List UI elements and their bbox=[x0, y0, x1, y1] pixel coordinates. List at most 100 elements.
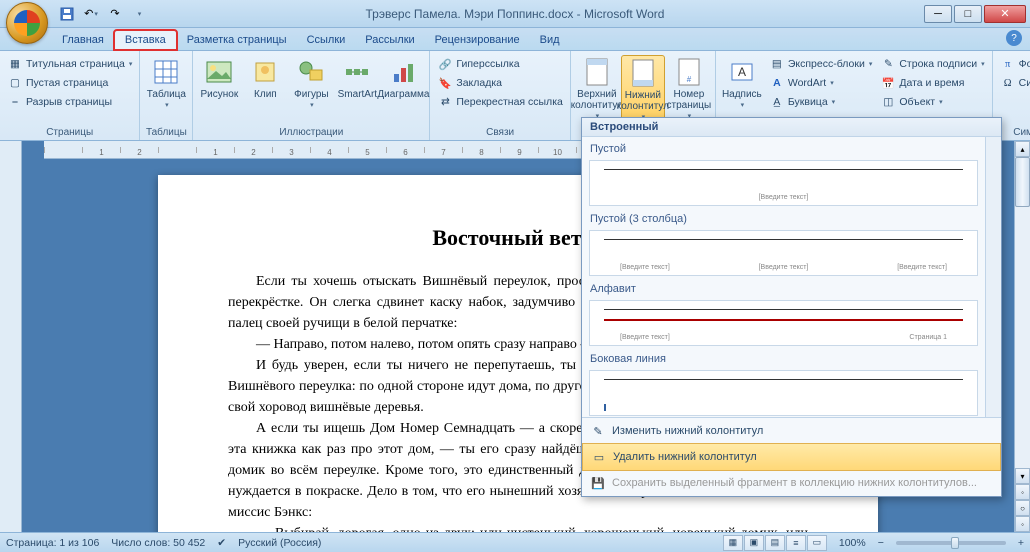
smartart-icon bbox=[342, 57, 372, 87]
svg-text:#: # bbox=[687, 75, 692, 84]
gallery-item-blank3[interactable]: [Введите текст][Введите текст][Введите т… bbox=[586, 227, 981, 279]
footer-icon bbox=[628, 58, 658, 88]
table-button[interactable]: Таблица▾ bbox=[144, 55, 188, 112]
vertical-scrollbar[interactable]: ▴ ▾ ◦ ○ ◦ bbox=[1014, 141, 1030, 532]
undo-icon[interactable]: ↶▾ bbox=[80, 3, 102, 25]
edit-icon: ✎ bbox=[590, 423, 606, 439]
vertical-ruler[interactable] bbox=[0, 141, 22, 532]
save-selection-menuitem: 💾Сохранить выделенный фрагмент в коллекц… bbox=[582, 470, 1001, 496]
footer-button[interactable]: Нижний колонтитул▾ bbox=[621, 55, 665, 125]
quickparts-button[interactable]: ▤Экспресс-блоки▾ bbox=[766, 55, 875, 73]
doc-paragraph: — Выбирай, дорогая, одно из двух: или чи… bbox=[228, 523, 808, 532]
tab-insert[interactable]: Вставка bbox=[114, 30, 177, 50]
shapes-button[interactable]: Фигуры▾ bbox=[289, 55, 333, 112]
view-full-screen[interactable]: ▣ bbox=[744, 535, 764, 551]
view-web[interactable]: ▤ bbox=[765, 535, 785, 551]
group-tables: Таблицы bbox=[144, 125, 188, 140]
title-bar: ↶▾ ↷ ▾ Трэверс Памела. Мэри Поппинс.docx… bbox=[0, 0, 1030, 28]
page-number-button[interactable]: #Номер страницы▾ bbox=[667, 55, 711, 123]
scroll-up-icon[interactable]: ▴ bbox=[1015, 141, 1030, 157]
dropcap-icon: A̲ bbox=[769, 94, 785, 110]
equation-icon: π bbox=[1000, 56, 1016, 72]
zoom-slider[interactable] bbox=[896, 541, 1006, 545]
scroll-thumb[interactable] bbox=[1015, 157, 1030, 207]
status-page[interactable]: Страница: 1 из 106 bbox=[6, 537, 99, 549]
gallery-item-blank[interactable]: [Введите текст] bbox=[586, 157, 981, 209]
gallery-header: Встроенный bbox=[582, 118, 1001, 137]
gallery-section-alphabet: Алфавит bbox=[586, 281, 981, 297]
view-outline[interactable]: ≡ bbox=[786, 535, 806, 551]
prev-page-icon[interactable]: ◦ bbox=[1015, 484, 1030, 500]
header-icon bbox=[582, 57, 612, 87]
tab-mailings[interactable]: Рассылки bbox=[355, 31, 424, 50]
tab-view[interactable]: Вид bbox=[530, 31, 570, 50]
bookmark-icon: 🔖 bbox=[437, 75, 453, 91]
gallery-section-blank3: Пустой (3 столбца) bbox=[586, 211, 981, 227]
smartart-button[interactable]: SmartArt bbox=[335, 55, 379, 102]
gallery-scrollbar[interactable] bbox=[985, 137, 1001, 417]
tab-page-layout[interactable]: Разметка страницы bbox=[177, 31, 297, 50]
browse-object-icon[interactable]: ○ bbox=[1015, 500, 1030, 516]
save-icon[interactable] bbox=[56, 3, 78, 25]
status-language[interactable]: Русский (Россия) bbox=[238, 537, 321, 549]
wordart-button[interactable]: AWordArt▾ bbox=[766, 74, 875, 92]
scroll-down-icon[interactable]: ▾ bbox=[1015, 468, 1030, 484]
status-proofing-icon[interactable]: ✔ bbox=[217, 537, 226, 549]
hyperlink-button[interactable]: 🔗Гиперссылка bbox=[434, 55, 565, 73]
dropcap-button[interactable]: A̲Буквица▾ bbox=[766, 93, 875, 111]
quick-access-toolbar: ↶▾ ↷ ▾ bbox=[56, 3, 150, 25]
window-title: Трэверс Памела. Мэри Поппинс.docx - Micr… bbox=[366, 7, 665, 21]
save-selection-icon: 💾 bbox=[590, 475, 606, 491]
zoom-in-button[interactable]: + bbox=[1018, 537, 1024, 549]
next-page-icon[interactable]: ◦ bbox=[1015, 516, 1030, 532]
gallery-item-alphabet[interactable]: [Введите текст]Страница 1 bbox=[586, 297, 981, 349]
page-break-icon: ⎯ bbox=[7, 94, 23, 110]
redo-icon[interactable]: ↷ bbox=[104, 3, 126, 25]
gallery-item-sideline[interactable] bbox=[586, 367, 981, 417]
minimize-button[interactable]: ─ bbox=[924, 5, 952, 23]
chart-button[interactable]: Диаграмма bbox=[381, 55, 425, 102]
blank-page-button[interactable]: ▢Пустая страница bbox=[4, 74, 135, 92]
sigline-button[interactable]: ✎Строка подписи▾ bbox=[877, 55, 987, 73]
view-draft[interactable]: ▭ bbox=[807, 535, 827, 551]
chart-icon bbox=[388, 57, 418, 87]
quickparts-icon: ▤ bbox=[769, 56, 785, 72]
zoom-out-button[interactable]: − bbox=[878, 537, 884, 549]
group-links: Связи bbox=[434, 125, 565, 140]
ribbon-tabs: Главная Вставка Разметка страницы Ссылки… bbox=[0, 28, 1030, 51]
zoom-level[interactable]: 100% bbox=[839, 537, 866, 549]
page-icon: ▦ bbox=[7, 56, 23, 72]
help-icon[interactable]: ? bbox=[1006, 30, 1022, 46]
maximize-button[interactable]: □ bbox=[954, 5, 982, 23]
office-button[interactable] bbox=[6, 2, 48, 44]
qat-customize-icon[interactable]: ▾ bbox=[128, 3, 150, 25]
edit-footer-menuitem[interactable]: ✎Изменить нижний колонтитул bbox=[582, 418, 1001, 444]
remove-footer-menuitem[interactable]: ▭Удалить нижний колонтитул bbox=[582, 443, 1001, 471]
hyperlink-icon: 🔗 bbox=[437, 56, 453, 72]
tab-review[interactable]: Рецензирование bbox=[425, 31, 530, 50]
bookmark-button[interactable]: 🔖Закладка bbox=[434, 74, 565, 92]
group-illustrations: Иллюстрации bbox=[197, 125, 425, 140]
gallery-body[interactable]: Пустой [Введите текст] Пустой (3 столбца… bbox=[582, 137, 985, 417]
picture-button[interactable]: Рисунок bbox=[197, 55, 241, 102]
header-button[interactable]: Верхний колонтитул▾ bbox=[575, 55, 619, 123]
object-button[interactable]: ◫Объект▾ bbox=[877, 93, 987, 111]
symbol-button[interactable]: ΩСимвол▾ bbox=[997, 74, 1030, 92]
tab-references[interactable]: Ссылки bbox=[297, 31, 356, 50]
close-button[interactable]: ✕ bbox=[984, 5, 1026, 23]
cover-page-button[interactable]: ▦Титульная страница▾ bbox=[4, 55, 135, 73]
textbox-icon: A bbox=[727, 57, 757, 87]
crossref-button[interactable]: ⇄Перекрестная ссылка bbox=[434, 93, 565, 111]
view-print-layout[interactable]: ▦ bbox=[723, 535, 743, 551]
tab-home[interactable]: Главная bbox=[52, 31, 114, 50]
datetime-button[interactable]: 📅Дата и время bbox=[877, 74, 987, 92]
textbox-button[interactable]: AНадпись▾ bbox=[720, 55, 764, 112]
status-words[interactable]: Число слов: 50 452 bbox=[111, 537, 205, 549]
page-break-button[interactable]: ⎯Разрыв страницы bbox=[4, 93, 135, 111]
zoom-thumb[interactable] bbox=[951, 537, 959, 549]
page-number-icon: # bbox=[674, 57, 704, 87]
clip-button[interactable]: Клип bbox=[243, 55, 287, 102]
equation-button[interactable]: πФормула▾ bbox=[997, 55, 1030, 73]
table-icon bbox=[151, 57, 181, 87]
crossref-icon: ⇄ bbox=[437, 94, 453, 110]
